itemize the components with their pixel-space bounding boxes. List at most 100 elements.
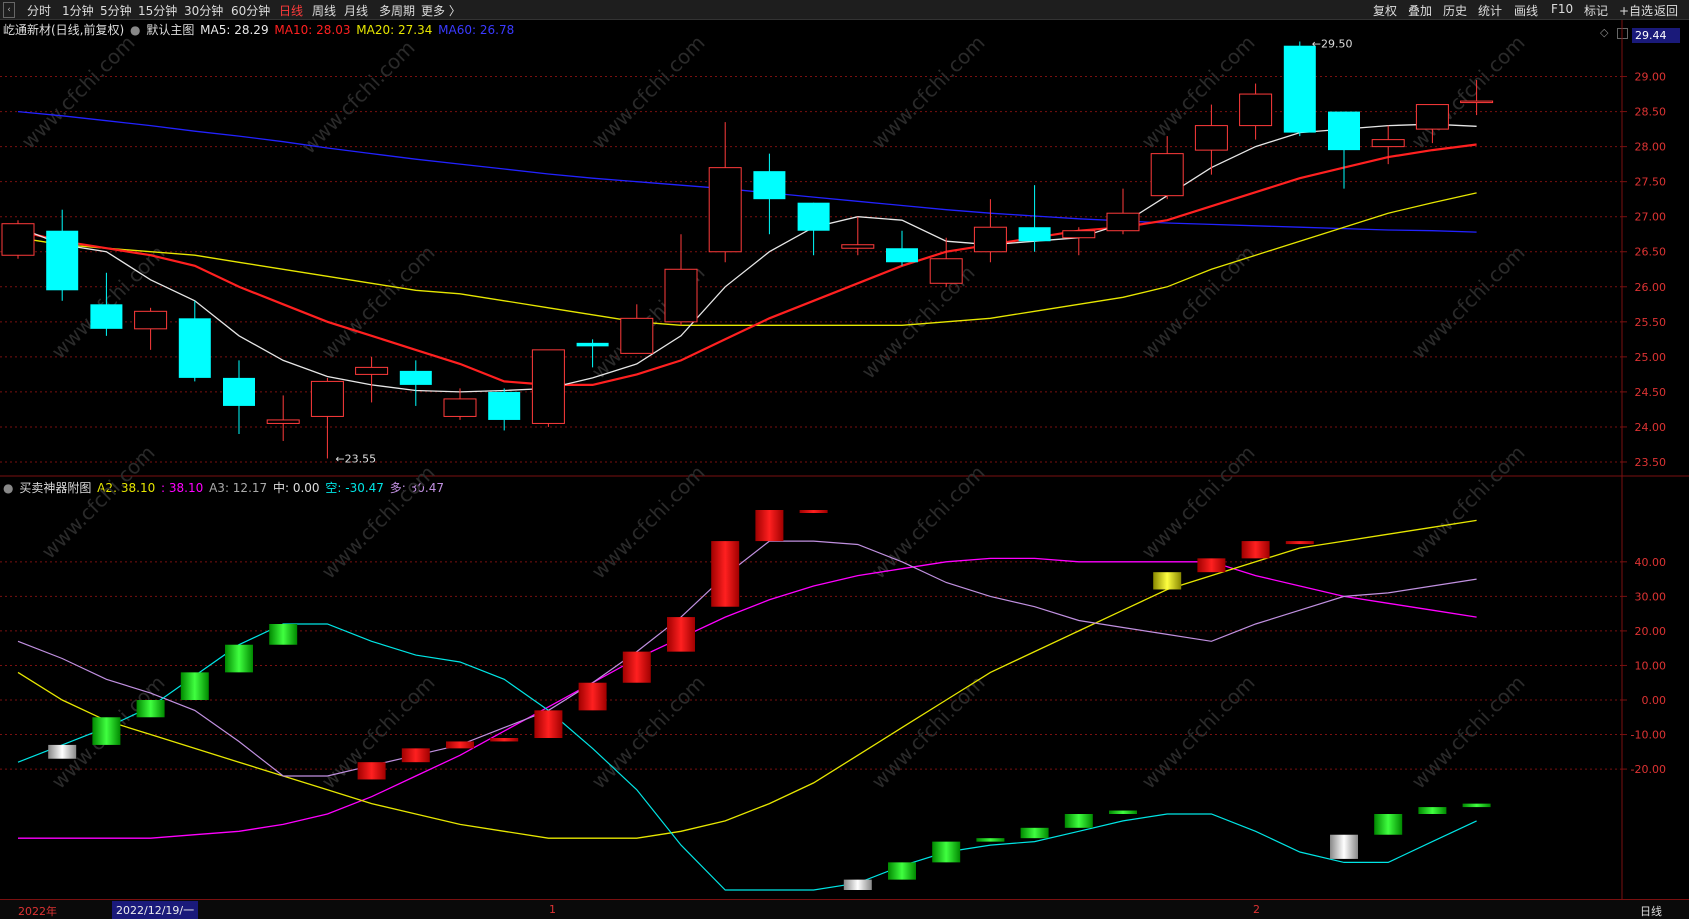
candle-body — [1239, 93, 1273, 127]
watermark-text: www.cfchi.com — [587, 31, 710, 154]
signal-bar — [888, 862, 916, 880]
watermark-text: www.cfchi.com — [867, 671, 990, 794]
candle-body — [1106, 212, 1140, 232]
signal-bar — [1418, 807, 1447, 814]
candle-body — [1415, 104, 1449, 130]
signal-bar — [446, 741, 474, 749]
signal-bar — [92, 717, 121, 745]
signal-bar — [1374, 814, 1403, 835]
candle-body — [973, 226, 1007, 253]
watermark-text: www.cfchi.com — [1407, 31, 1530, 154]
signal-bar — [180, 672, 209, 700]
period-label[interactable]: 日线 — [1640, 903, 1662, 919]
sub-tick-label: -10.00 — [1631, 729, 1666, 742]
candle-body — [1018, 227, 1051, 242]
signal-bar — [225, 644, 253, 673]
candle-body — [1328, 111, 1360, 151]
candle-body — [90, 304, 123, 329]
price-tick-label: 23.50 — [1635, 456, 1667, 469]
candle-body — [1062, 230, 1096, 239]
ma10-line — [17, 143, 1477, 386]
watermark-text: www.cfchi.com — [1137, 671, 1260, 794]
signal-bar — [1241, 541, 1270, 559]
candle-body — [488, 391, 521, 420]
signal-bar — [534, 710, 563, 738]
sub-tick-label: 0.00 — [1642, 694, 1667, 707]
candle-body — [1194, 125, 1228, 151]
price-tick-label: 28.50 — [1635, 106, 1667, 119]
signal-bar — [755, 510, 784, 542]
high-annotation: ←29.50 — [1312, 38, 1353, 51]
candle-body — [576, 342, 609, 347]
candle-body — [178, 318, 211, 378]
sub-tick-label: 30.00 — [1635, 590, 1667, 603]
watermark-text: www.cfchi.com — [1407, 241, 1530, 364]
signal-bar — [1285, 541, 1314, 545]
signal-bar — [1330, 834, 1358, 859]
candle-body — [355, 366, 389, 375]
sub-tick-label: 40.00 — [1635, 556, 1667, 569]
year-label: 2022年 — [18, 905, 57, 918]
signal-bar — [711, 541, 740, 607]
month-tick: 1 — [549, 903, 556, 916]
signal-bar — [1020, 827, 1049, 839]
candle-body — [223, 377, 255, 406]
candle-body — [929, 258, 963, 284]
price-tick-label: 25.50 — [1635, 316, 1667, 329]
signal-bar — [578, 682, 607, 711]
signal-bar — [136, 700, 165, 718]
sub-tick-label: 20.00 — [1635, 625, 1667, 638]
signal-bar — [1197, 558, 1226, 573]
signal-bar — [269, 624, 298, 645]
sub-tick-label: -20.00 — [1631, 763, 1666, 776]
watermark-text: www.cfchi.com — [1137, 441, 1260, 564]
candle-body — [708, 167, 742, 253]
month-tick: 2 — [1253, 903, 1260, 916]
candle-body — [531, 349, 565, 424]
candle-body — [310, 380, 344, 417]
candle-body — [399, 370, 432, 385]
candle-body — [886, 248, 918, 263]
watermark-text: www.cfchi.com — [867, 31, 990, 154]
signal-bar — [1064, 814, 1093, 828]
candle-body — [1283, 45, 1316, 133]
price-tick-label: 26.00 — [1635, 281, 1667, 294]
candle-body — [46, 230, 79, 291]
signal-bar — [799, 510, 828, 513]
price-tick-label: 26.50 — [1635, 246, 1667, 259]
candle-body — [1, 223, 35, 256]
signal-bar — [48, 744, 77, 759]
candle-body — [266, 419, 300, 424]
signal-bar — [622, 651, 651, 683]
watermark-text: www.cfchi.com — [37, 441, 160, 564]
candle-body — [841, 244, 875, 249]
candle-body — [134, 310, 168, 330]
price-tick-label: 27.00 — [1635, 211, 1667, 224]
sub-tick-label: 10.00 — [1635, 659, 1667, 672]
candle-body — [1371, 139, 1405, 148]
signal-bar — [1153, 572, 1182, 590]
ma60-line — [17, 110, 1477, 233]
price-tick-label: 25.00 — [1635, 351, 1667, 364]
signal-bar — [843, 879, 872, 890]
price-tick-label: 24.50 — [1635, 386, 1667, 399]
date-axis: 2022年 2022/12/19/一 1 2 日线 — [0, 899, 1689, 919]
signal-bar — [490, 738, 519, 742]
low-annotation: ←23.55 — [335, 452, 376, 465]
cursor-date: 2022/12/19/一 — [112, 901, 199, 919]
watermark-text: www.cfchi.com — [317, 241, 440, 364]
signal-bar — [357, 762, 386, 780]
watermark-text: www.cfchi.com — [17, 31, 140, 154]
signal-bar — [976, 838, 1005, 842]
chart-canvas[interactable]: 29.00 28.50 28.00 27.50 27.00 26.50 26.00 25.50… — [0, 0, 1689, 918]
candle-body — [664, 268, 698, 323]
watermark-text: www.cfchi.com — [1407, 671, 1530, 794]
candle-body — [1460, 100, 1494, 104]
price-tick-label: 29.00 — [1635, 71, 1667, 84]
candle-body — [620, 317, 654, 354]
candle-body — [753, 171, 786, 200]
signal-bar — [932, 841, 961, 863]
signal-bar — [667, 617, 695, 652]
watermark-text: www.cfchi.com — [1407, 441, 1530, 564]
signal-bar — [1109, 810, 1137, 814]
